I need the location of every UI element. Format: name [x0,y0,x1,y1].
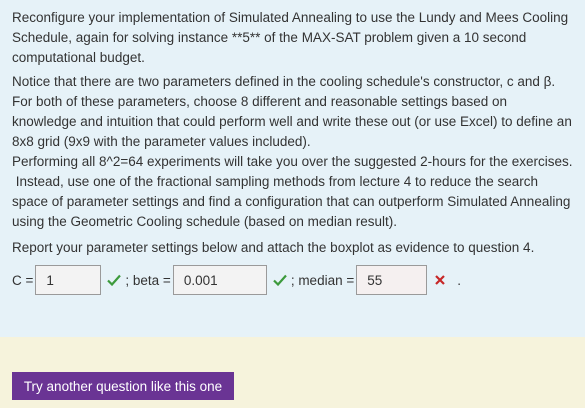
question-paragraph-5: Report your parameter settings below and… [12,240,535,255]
c-input[interactable]: 1 [35,265,102,295]
check-icon [271,271,289,289]
cross-icon [431,271,449,289]
question-paragraph-2: Notice that there are two parameters def… [12,74,572,149]
question-paragraph-3: Performing all 8^2=64 experiments will t… [12,154,573,169]
beta-input[interactable]: 0.001 [172,265,267,295]
end-period: . [457,272,461,288]
beta-label: ; beta = [125,272,171,288]
median-label: ; median = [290,272,355,288]
question-paragraph-1: Reconfigure your implementation of Simul… [12,10,569,65]
check-icon [105,271,123,289]
question-paragraph-4: Instead, use one of the fractional sampl… [12,174,575,229]
c-label: C = [12,272,34,288]
answer-row: C = 1 ; beta = 0.001 ; median = 55 . [12,264,573,296]
median-input[interactable]: 55 [356,265,428,295]
question-panel: Reconfigure your implementation of Simul… [0,0,585,337]
footer-bar: Try another question like this one [0,337,585,408]
try-another-question-button[interactable]: Try another question like this one [12,372,234,400]
